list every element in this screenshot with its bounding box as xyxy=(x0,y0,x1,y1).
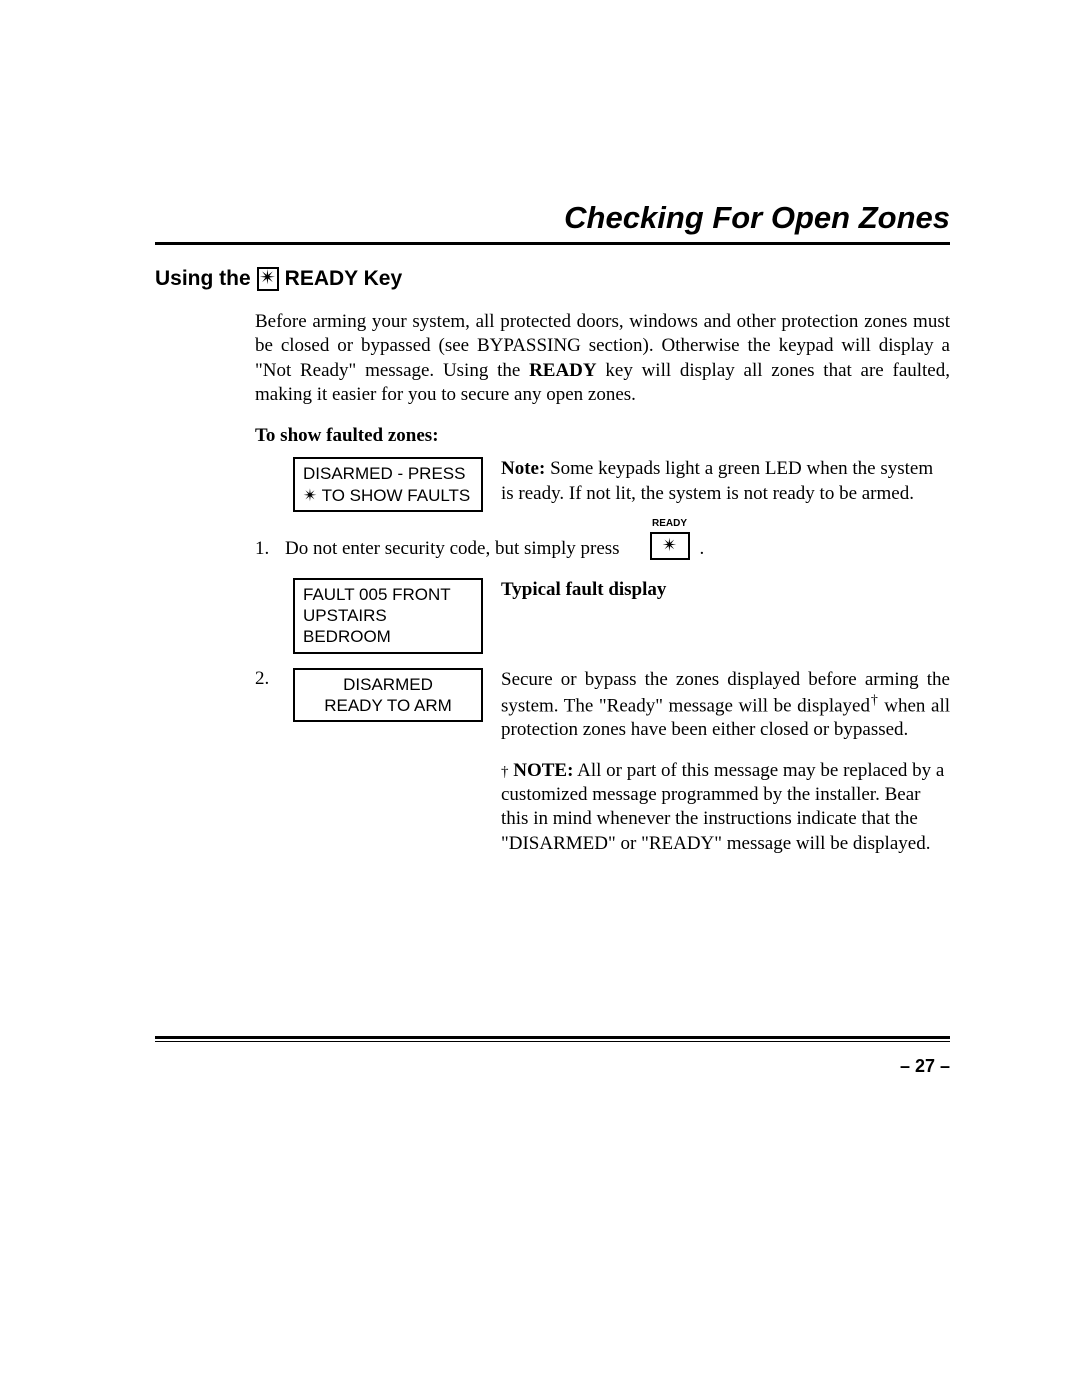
lcd-display-3: DISARMED READY TO ARM xyxy=(293,668,483,723)
subheading: To show faulted zones: xyxy=(255,425,950,447)
step-2-row: 2. DISARMED READY TO ARM Secure or bypas… xyxy=(255,668,950,857)
star-key-icon: ✴ xyxy=(257,267,279,291)
step-1: 1. Do not enter security code, but simpl… xyxy=(255,532,950,560)
note2-bold: NOTE: xyxy=(509,760,574,781)
content-column: Before arming your system, all protected… xyxy=(255,310,950,856)
step1-number: 1. xyxy=(255,538,275,560)
note-2: † NOTE: All or part of this message may … xyxy=(501,759,950,856)
lcd1-line2: ✴ TO SHOW FAULTS xyxy=(303,485,473,506)
step2-text: Secure or bypass the zones displayed bef… xyxy=(501,668,950,743)
lcd-display-2: FAULT 005 FRONT UPSTAIRS BEDROOM xyxy=(293,578,483,654)
ready-key-label: READY xyxy=(652,518,687,529)
lcd1-line1: DISARMED - PRESS xyxy=(303,463,473,484)
step1-text: Do not enter security code, but simply p… xyxy=(285,538,620,560)
page: Checking For Open Zones Using the ✴ READ… xyxy=(0,0,1080,1397)
dagger-icon: † xyxy=(501,764,509,780)
dagger-icon: † xyxy=(870,693,879,708)
section-heading: Using the ✴ READY Key xyxy=(155,267,950,291)
note1-text: Some keypads light a green LED when the … xyxy=(501,458,933,503)
footer-rule xyxy=(155,1036,950,1042)
ready-key: READY ✴ xyxy=(650,532,690,560)
lcd2-line2: UPSTAIRS BEDROOM xyxy=(303,605,473,648)
heading-suffix: READY Key xyxy=(285,267,403,291)
lcd3-line1: DISARMED xyxy=(303,674,473,695)
intro-bold: READY xyxy=(529,360,597,381)
page-title: Checking For Open Zones xyxy=(155,200,950,245)
intro-paragraph: Before arming your system, all protected… xyxy=(255,310,950,407)
step2-body: Secure or bypass the zones displayed bef… xyxy=(501,668,950,857)
lcd3-line2: READY TO ARM xyxy=(303,695,473,716)
lcd2-line1: FAULT 005 FRONT xyxy=(303,584,473,605)
lcd-note-row: DISARMED - PRESS ✴ TO SHOW FAULTS Note: … xyxy=(255,457,950,512)
page-number: – 27 – xyxy=(900,1056,950,1077)
typical-fault-bold: Typical fault display xyxy=(501,579,666,600)
note-1: Note: Some keypads light a green LED whe… xyxy=(501,457,950,506)
fault-display-row: FAULT 005 FRONT UPSTAIRS BEDROOM Typical… xyxy=(255,578,950,654)
lcd-display-1: DISARMED - PRESS ✴ TO SHOW FAULTS xyxy=(293,457,483,512)
note1-bold: Note: xyxy=(501,458,545,479)
star-key-icon: ✴ xyxy=(650,532,690,560)
step1-period: . xyxy=(700,538,705,560)
typical-fault-label: Typical fault display xyxy=(501,578,950,602)
step2-number: 2. xyxy=(255,668,275,690)
heading-prefix: Using the xyxy=(155,267,251,291)
